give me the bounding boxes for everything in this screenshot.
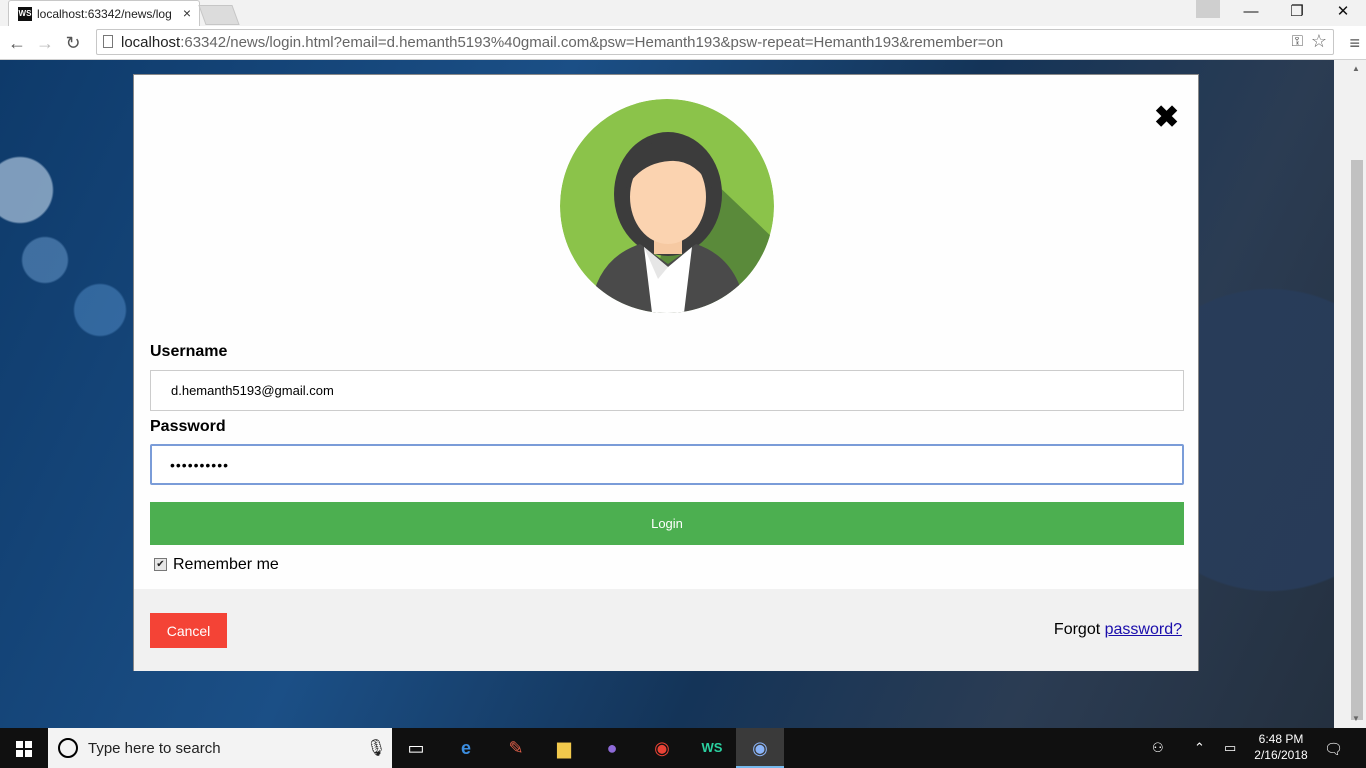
- scroll-up-icon[interactable]: ▲: [1352, 64, 1360, 73]
- chrome-active-icon[interactable]: ◉: [736, 728, 784, 768]
- restore-button[interactable]: ❐: [1274, 0, 1320, 26]
- people-icon[interactable]: ⚇: [1152, 740, 1164, 756]
- login-modal: ✖ Username Password •••••••••• Login ✔ Re…: [133, 74, 1199, 671]
- forgot-password-link[interactable]: password?: [1105, 621, 1182, 638]
- file-explorer-icon[interactable]: ▆: [540, 728, 588, 768]
- tab-close-icon[interactable]: ×: [183, 5, 191, 21]
- start-button[interactable]: [0, 728, 48, 768]
- profile-icon[interactable]: [1196, 0, 1220, 18]
- github-icon[interactable]: ●: [588, 728, 636, 768]
- scroll-down-icon[interactable]: ▼: [1352, 714, 1360, 723]
- notification-icon[interactable]: 🗨: [1324, 740, 1343, 758]
- paint-icon[interactable]: ✎: [492, 728, 540, 768]
- cortana-icon: [58, 738, 78, 758]
- page-scrollbar[interactable]: ▲ ▼: [1334, 60, 1366, 728]
- scrollbar-thumb[interactable]: [1351, 160, 1363, 720]
- url-text[interactable]: localhost:63342/news/login.html?email=d.…: [121, 34, 1003, 51]
- taskbar-clock[interactable]: 6:48 PM 2/16/2018: [1250, 731, 1312, 763]
- modal-footer: Cancel Forgot password?: [134, 589, 1198, 671]
- search-placeholder: Type here to search: [88, 740, 221, 757]
- edge-icon[interactable]: e: [442, 728, 490, 768]
- address-bar[interactable]: localhost:63342/news/login.html?email=d.…: [96, 29, 1334, 55]
- cancel-button[interactable]: Cancel: [150, 613, 227, 648]
- avatar: [560, 99, 774, 313]
- taskbar-search[interactable]: Type here to search 🎙: [48, 728, 392, 768]
- webstorm-favicon-icon: WS: [18, 7, 32, 21]
- forgot-prefix: Forgot: [1053, 621, 1101, 638]
- new-tab-button[interactable]: [198, 5, 240, 25]
- remember-me[interactable]: ✔ Remember me: [154, 556, 279, 574]
- chrome-icon[interactable]: ◉: [638, 728, 686, 768]
- browser-tab[interactable]: WS localhost:63342/news/log ×: [8, 0, 200, 26]
- microphone-icon[interactable]: 🎙: [366, 738, 386, 758]
- browser-toolbar: ← → ↻ localhost:63342/news/login.html?em…: [0, 26, 1366, 60]
- bookmark-star-icon[interactable]: ☆: [1311, 31, 1327, 52]
- chevron-up-icon[interactable]: ⌃: [1194, 740, 1205, 756]
- page-icon: [103, 35, 113, 48]
- username-input[interactable]: [150, 370, 1184, 411]
- clock-time: 6:48 PM: [1258, 732, 1304, 746]
- windows-logo-icon: [16, 741, 32, 757]
- close-window-button[interactable]: ✕: [1320, 0, 1366, 26]
- back-icon[interactable]: ←: [6, 32, 28, 54]
- remember-checkbox[interactable]: ✔: [154, 558, 167, 572]
- password-input[interactable]: [150, 444, 1184, 485]
- login-button[interactable]: Login: [150, 502, 1184, 545]
- battery-icon[interactable]: ▭: [1224, 740, 1236, 756]
- username-label: Username: [150, 343, 228, 360]
- browser-menu-icon[interactable]: ≡: [1349, 34, 1360, 52]
- clock-date: 2/16/2018: [1254, 748, 1308, 762]
- minimize-button[interactable]: —: [1228, 0, 1274, 26]
- taskbar: Type here to search 🎙 ▭ e ✎ ▆ ● ◉ WS ◉ ⚇…: [0, 728, 1366, 768]
- close-modal-icon[interactable]: ✖: [1154, 103, 1179, 133]
- forward-icon[interactable]: →: [34, 32, 56, 54]
- key-icon[interactable]: ⚿: [1292, 33, 1303, 50]
- reload-icon[interactable]: ↻: [62, 32, 84, 54]
- forgot-password: Forgot password?: [1054, 621, 1182, 639]
- password-label: Password: [150, 418, 226, 435]
- webstorm-icon[interactable]: WS: [688, 728, 736, 768]
- browser-titlebar: WS localhost:63342/news/log × — ❐ ✕: [0, 0, 1366, 26]
- password-value: ••••••••••: [170, 457, 230, 473]
- tab-title: localhost:63342/news/log: [37, 7, 172, 21]
- remember-label: Remember me: [173, 556, 279, 573]
- task-view-icon[interactable]: ▭: [392, 728, 440, 768]
